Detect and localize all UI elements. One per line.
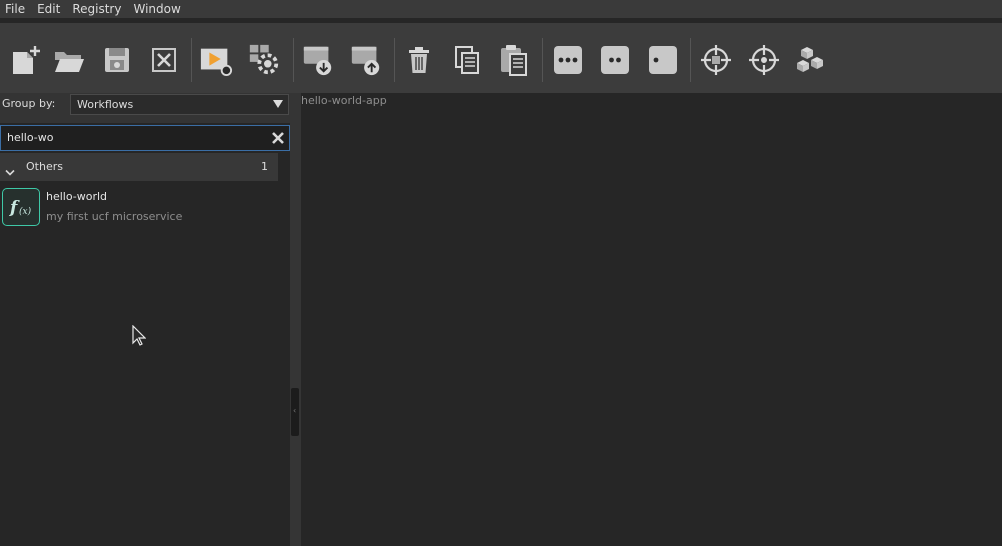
three-dots-button[interactable] [551,43,585,77]
toolbar-separator [293,38,294,82]
chevron-down-icon [5,162,15,181]
toolbar-separator [191,38,192,82]
collapse-arrow-icon: ‹ [293,406,297,415]
menu-window[interactable]: Window [127,1,186,17]
trash-icon [409,47,429,73]
target-icon [701,45,731,75]
list-item[interactable]: f (x) hello-world my first ucf microserv… [0,186,280,230]
group-by-value: Workflows [77,98,134,111]
export-button[interactable] [349,43,383,77]
menu-edit[interactable]: Edit [31,1,66,17]
run-icon [200,48,233,77]
menu-registry[interactable]: Registry [66,1,127,17]
one-dot-button[interactable] [646,43,680,77]
run-button[interactable] [199,43,233,77]
target-alt-button[interactable] [747,43,781,77]
target-alt-icon [749,45,779,75]
search-value: hello-wo [7,131,54,144]
copy-button[interactable] [450,43,484,77]
toolbar-separator [542,38,543,82]
pane-splitter[interactable]: ‹ [290,93,301,546]
main-title: hello-world-app [301,94,387,107]
one-dot-icon [649,46,677,74]
import-button[interactable] [301,43,335,77]
three-dots-icon [554,46,582,74]
item-description: my first ucf microservice [46,210,183,223]
toolbar-separator [690,38,691,82]
open-folder-icon [55,52,84,72]
toolbar [0,23,1002,93]
close-button[interactable] [147,43,181,77]
settings-button[interactable] [247,43,281,77]
new-file-icon [13,46,40,74]
two-dots-icon [601,46,629,74]
menu-bar: File Edit Registry Window [0,0,1002,18]
search-input[interactable]: hello-wo [0,125,290,151]
mouse-cursor-icon [132,324,147,351]
splitter-handle[interactable]: ‹ [291,388,299,436]
group-by-row: Group by: Workflows [0,93,290,123]
save-button[interactable] [100,43,134,77]
function-icon: f (x) [2,188,40,226]
copy-icon [455,46,479,74]
import-icon [303,46,332,76]
toolbar-separator [394,38,395,82]
group-title: Others [26,160,63,173]
open-button[interactable] [52,43,86,77]
group-header-others[interactable]: Others 1 [0,153,278,181]
new-button[interactable] [8,43,42,77]
two-dots-button[interactable] [598,43,632,77]
svg-text:(x): (x) [19,206,32,217]
item-title: hello-world [46,190,108,203]
clear-search-button[interactable] [270,130,286,146]
menu-file[interactable]: File [0,1,31,17]
cubes-icon [797,47,823,72]
target-button[interactable] [699,43,733,77]
group-by-select[interactable]: Workflows [70,94,289,115]
paste-icon [501,45,527,76]
settings-icon [249,44,279,75]
clear-icon [272,132,284,144]
group-count: 1 [261,160,268,173]
save-icon [105,48,129,72]
close-icon [152,48,176,72]
group-by-label: Group by: [2,97,56,110]
paste-button[interactable] [497,43,531,77]
dropdown-arrow-icon [273,100,283,108]
delete-button[interactable] [402,43,436,77]
export-icon [351,46,380,76]
main-panel: hello-world-app [301,93,1002,546]
sidebar: Group by: Workflows hello-wo Others 1 f … [0,93,290,546]
cubes-button[interactable] [795,43,829,77]
